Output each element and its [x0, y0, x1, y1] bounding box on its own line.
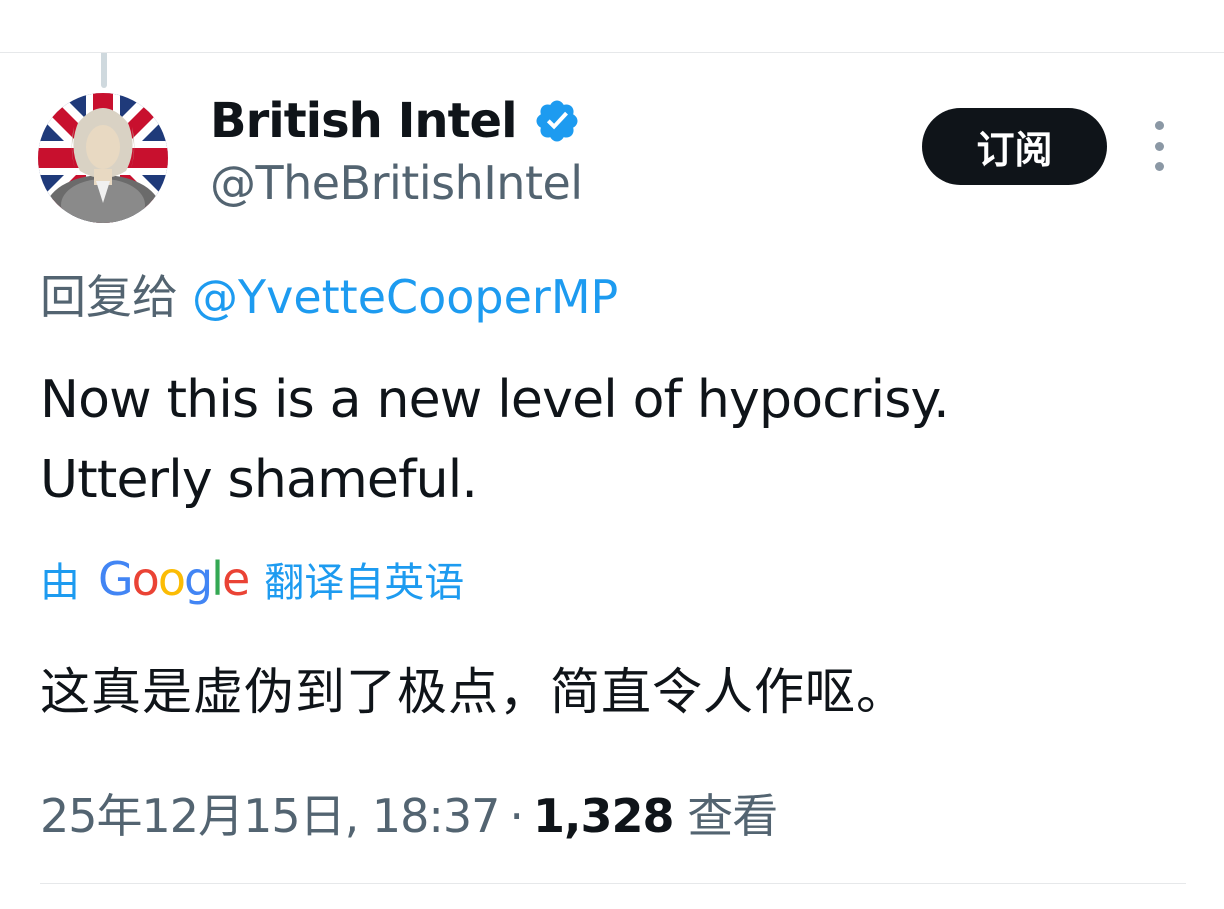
thread-connector-line	[101, 53, 107, 88]
tweet-text-line: Utterly shameful.	[40, 450, 478, 510]
more-dot	[1154, 141, 1164, 151]
translated-text: 这真是虚伪到了极点，简直令人作呕。	[40, 663, 907, 721]
reply-context: 回复给 @YvetteCooperMP	[40, 261, 618, 327]
tweet-text-line: Now this is a new level of hypocrisy.	[40, 370, 950, 430]
verified-badge-icon[interactable]	[533, 97, 581, 145]
views-count: 1,328	[533, 789, 675, 843]
avatar[interactable]	[38, 93, 168, 223]
avatar-image	[38, 93, 168, 223]
views-label: 查看	[687, 789, 778, 843]
more-dot	[1154, 121, 1164, 130]
translation-attribution[interactable]: 由 Google 翻译自英语	[40, 547, 464, 611]
bottom-divider	[40, 883, 1186, 884]
tweet-meta: 25年12月15日, 18:37 · 1,328 查看	[40, 780, 778, 846]
tweet-text: Now this is a new level of hypocrisy. Ut…	[40, 360, 1190, 520]
author-display-name[interactable]: British Intel	[210, 93, 518, 149]
top-divider	[0, 52, 1224, 53]
more-dot	[1154, 162, 1164, 171]
author-name-row[interactable]: British Intel	[210, 88, 581, 154]
reply-mention-link[interactable]: @YvetteCooperMP	[192, 270, 618, 324]
tweet-timestamp[interactable]: 25年12月15日, 18:37	[40, 789, 500, 843]
google-logo: Google	[98, 552, 250, 606]
author-handle[interactable]: @TheBritishIntel	[210, 156, 583, 210]
translation-from: 翻译自英语	[264, 560, 465, 606]
subscribe-button[interactable]: 订阅	[922, 108, 1107, 185]
meta-separator: ·	[509, 789, 524, 843]
reply-prefix: 回复给	[40, 270, 178, 324]
translation-by: 由	[40, 560, 80, 606]
more-options-icon[interactable]	[1146, 121, 1172, 171]
